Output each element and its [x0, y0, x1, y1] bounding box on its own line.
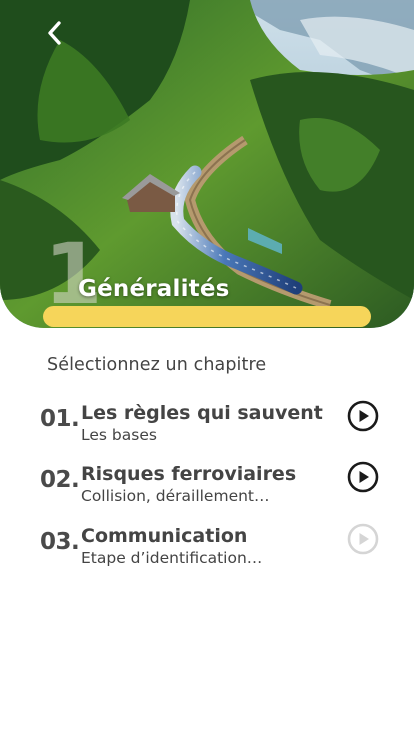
- chapter-number: 03.: [40, 529, 80, 555]
- hero-image: 1 Généralités: [0, 0, 414, 328]
- play-circle-icon: [347, 461, 379, 493]
- play-circle-icon: [347, 523, 379, 555]
- chapter-item-2[interactable]: 02. Risques ferroviaires Collision, déra…: [40, 461, 385, 511]
- play-chapter-3-button: [347, 523, 379, 555]
- back-button[interactable]: [44, 20, 74, 50]
- chapter-prompt: Sélectionnez un chapitre: [47, 355, 267, 375]
- chapter-subtitle: Collision, déraillement…: [81, 487, 270, 505]
- chapter-title: Les règles qui sauvent: [81, 402, 323, 424]
- chapter-number: 01.: [40, 406, 80, 432]
- chapter-subtitle: Les bases: [81, 426, 157, 444]
- play-chapter-2-button[interactable]: [347, 461, 379, 493]
- chevron-left-icon: [48, 21, 61, 45]
- chapter-title: Risques ferroviaires: [81, 463, 297, 485]
- chapter-item-1[interactable]: 01. Les règles qui sauvent Les bases: [40, 400, 385, 450]
- chapter-subtitle: Etape d’identification…: [81, 549, 263, 567]
- section-number: 1: [44, 225, 102, 323]
- chapter-number: 02.: [40, 467, 80, 493]
- chapter-item-3[interactable]: 03. Communication Etape d’identification…: [40, 523, 385, 573]
- play-chapter-1-button[interactable]: [347, 400, 379, 432]
- chapter-title: Communication: [81, 525, 248, 547]
- section-progress-bar: [43, 306, 371, 327]
- play-circle-icon: [347, 400, 379, 432]
- section-title: Généralités: [78, 276, 230, 302]
